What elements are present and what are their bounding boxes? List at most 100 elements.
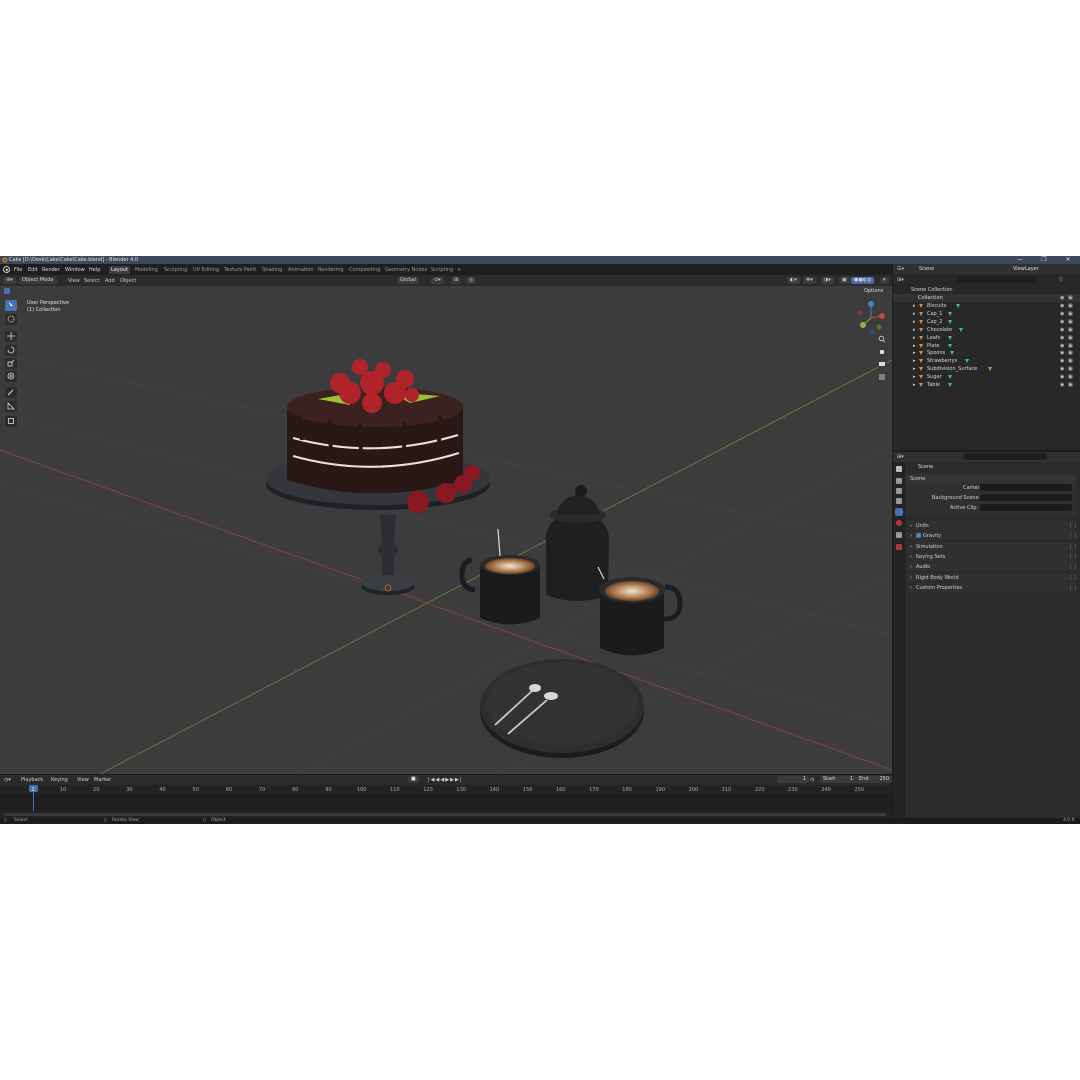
visibility-eye-icon[interactable]: ◉ xyxy=(1060,382,1064,388)
mesh-data-icon[interactable] xyxy=(956,304,961,308)
close-button[interactable]: ✕ xyxy=(1056,256,1080,264)
playback-controls[interactable]: |◀◀◀▶▶▶| xyxy=(428,777,462,783)
gravity-checkbox[interactable]: ✓ xyxy=(916,533,921,539)
expand-arrow-icon[interactable]: ▸ xyxy=(913,343,916,349)
tool-tab-icon[interactable] xyxy=(896,466,902,472)
tab-compositing[interactable]: Compositing xyxy=(347,266,382,274)
clock-icon[interactable]: ◷ xyxy=(810,777,814,783)
render-camera-icon[interactable]: ▣ xyxy=(1068,374,1073,380)
add-workspace-button[interactable]: + xyxy=(455,266,463,274)
end-frame-field[interactable]: End 250 xyxy=(856,776,892,783)
select-intersect-button[interactable] xyxy=(36,288,42,294)
outliner-item[interactable]: ▸ Plate ◉ ▣ xyxy=(893,342,1080,350)
outliner-item[interactable]: ▸ Subdivision_Surface ◉ ▣ xyxy=(893,365,1080,373)
background-scene-field[interactable] xyxy=(980,494,1072,501)
render-camera-icon[interactable]: ▣ xyxy=(1068,303,1073,309)
texture-tab-icon[interactable] xyxy=(896,544,902,550)
camera-view-button[interactable] xyxy=(877,359,887,369)
viewport-menu-add[interactable]: Add xyxy=(105,278,115,284)
scale-tool[interactable] xyxy=(5,358,17,369)
select-extend-button[interactable] xyxy=(12,288,18,294)
expand-arrow-icon[interactable]: ▸ xyxy=(913,303,916,309)
mesh-data-icon[interactable] xyxy=(947,375,952,380)
tab-modeling[interactable]: Modeling xyxy=(133,266,160,274)
zoom-view-button[interactable] xyxy=(877,334,887,344)
render-tab-icon[interactable] xyxy=(896,478,902,484)
timeline-editor-icon[interactable]: ◷▾ xyxy=(4,777,11,783)
menu-edit[interactable]: Edit xyxy=(28,267,38,273)
visibility-eye-icon[interactable]: ◉ xyxy=(1060,295,1064,301)
output-tab-icon[interactable] xyxy=(896,488,902,494)
render-camera-icon[interactable]: ▣ xyxy=(1068,358,1073,364)
scene-panel-header[interactable]: Scene xyxy=(906,474,1076,483)
property-section[interactable]: › Audio ⋮⋮ xyxy=(906,562,1078,572)
property-section[interactable]: › Units ⋮⋮ xyxy=(906,521,1078,530)
outliner-item[interactable]: ▸ Biscuits ◉ ▣ xyxy=(893,302,1080,310)
drag-handle-icon[interactable]: ⋮⋮ xyxy=(1068,544,1078,550)
tab-texture-paint[interactable]: Texture Paint xyxy=(222,266,258,274)
proportional-edit-toggle[interactable]: ◎ xyxy=(466,277,477,284)
timeline-track[interactable] xyxy=(0,794,892,810)
tab-rendering[interactable]: Rendering xyxy=(316,266,346,274)
timeline-menu-keying[interactable]: Keying xyxy=(51,777,68,783)
current-frame-field[interactable]: 1 xyxy=(777,776,809,783)
rotate-tool[interactable] xyxy=(5,345,17,356)
render-camera-icon[interactable]: ▣ xyxy=(1068,327,1073,333)
select-invert-button[interactable] xyxy=(28,288,34,294)
shading-dropdown[interactable]: ▾ xyxy=(880,277,889,284)
gizmo-dropdown[interactable]: ✥▾ xyxy=(803,277,816,284)
filter-icon[interactable]: ▽ xyxy=(1059,277,1063,283)
measure-tool[interactable] xyxy=(5,401,17,412)
options-dropdown[interactable]: Options xyxy=(861,288,887,295)
outliner-item[interactable]: ▸ Sugar ◉ ▣ xyxy=(893,373,1080,381)
annotate-tool[interactable] xyxy=(5,387,17,398)
record-button[interactable]: ■ xyxy=(408,776,419,783)
render-camera-icon[interactable]: ▣ xyxy=(1068,335,1073,341)
visibility-eye-icon[interactable]: ◉ xyxy=(1060,343,1064,349)
mode-dropdown[interactable]: Object Mode xyxy=(19,277,57,284)
shading-modes[interactable]: ●●◐◍ xyxy=(851,277,875,284)
drag-handle-icon[interactable]: ⋮⋮ xyxy=(1068,575,1078,581)
add-cube-tool[interactable] xyxy=(5,416,17,427)
tab-scripting[interactable]: Scripting xyxy=(429,266,455,274)
viewport-menu-view[interactable]: View xyxy=(68,278,80,284)
drag-handle-icon[interactable]: ⋮⋮ xyxy=(1068,523,1078,529)
start-frame-field[interactable]: Start 1 xyxy=(820,776,856,783)
camera-field[interactable] xyxy=(980,484,1072,491)
expand-arrow-icon[interactable]: ▸ xyxy=(913,358,916,364)
tab-sculpting[interactable]: Sculpting xyxy=(162,266,189,274)
expand-arrow-icon[interactable]: ▸ xyxy=(913,374,916,380)
render-camera-icon[interactable]: ▣ xyxy=(1068,319,1073,325)
scene-collection-row[interactable]: Scene Collection xyxy=(893,286,1080,294)
visibility-eye-icon[interactable]: ◉ xyxy=(1060,319,1064,325)
ortho-toggle-button[interactable] xyxy=(877,372,887,382)
maximize-button[interactable]: ❐ xyxy=(1032,256,1056,264)
render-camera-icon[interactable]: ▣ xyxy=(1068,382,1073,388)
mesh-data-icon[interactable] xyxy=(947,383,952,387)
3d-viewport[interactable] xyxy=(0,275,892,774)
menu-help[interactable]: Help xyxy=(89,267,100,273)
property-section[interactable]: › ✓ Gravity ⋮⋮ xyxy=(906,531,1078,541)
blender-menu-icon[interactable] xyxy=(3,266,10,273)
viewport-menu-select[interactable]: Select xyxy=(84,278,99,284)
minimize-button[interactable]: — xyxy=(1008,256,1032,264)
expand-arrow-icon[interactable]: ▸ xyxy=(913,335,916,341)
mesh-data-icon[interactable] xyxy=(947,343,952,348)
expand-arrow-icon[interactable]: ▸ xyxy=(913,311,916,317)
tab-animation[interactable]: Animation xyxy=(286,266,316,274)
timeline-menu-view[interactable]: View xyxy=(77,777,89,783)
render-camera-icon[interactable]: ▣ xyxy=(1068,343,1073,349)
mesh-data-icon[interactable] xyxy=(950,351,955,356)
expand-arrow-icon[interactable]: ▸ xyxy=(913,382,916,388)
properties-editor-type-icon[interactable]: ⊞▾ xyxy=(897,454,904,460)
scene-selector[interactable]: Scene xyxy=(919,266,934,272)
property-section[interactable]: › Custom Properties ⋮⋮ xyxy=(906,582,1078,592)
mesh-data-icon[interactable] xyxy=(947,311,952,316)
visibility-eye-icon[interactable]: ◉ xyxy=(1060,311,1064,317)
active-clip-field[interactable] xyxy=(980,504,1072,511)
properties-search-input[interactable] xyxy=(963,453,1047,460)
collection-tab-icon[interactable] xyxy=(896,532,902,538)
tab-uv-editing[interactable]: UV Editing xyxy=(191,266,221,274)
expand-arrow-icon[interactable]: ▸ xyxy=(913,350,916,356)
display-mode-icon[interactable]: ⊞▾ xyxy=(897,277,904,283)
